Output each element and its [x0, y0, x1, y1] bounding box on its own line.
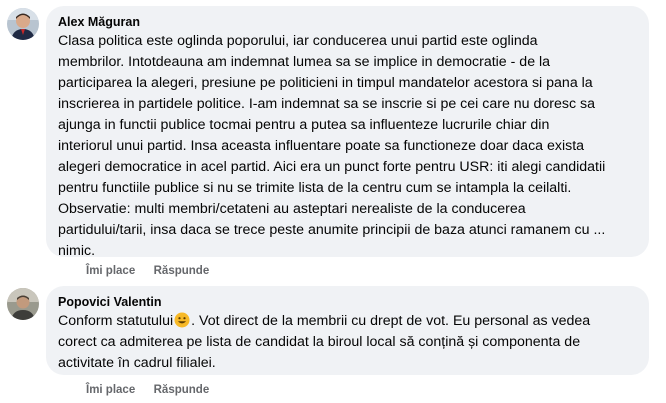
- comment-text-line: interiorul unui partid. Insa aceasta inf…: [58, 138, 585, 154]
- comment-actions: Îmi place Răspunde: [86, 383, 209, 397]
- user-photo-icon: [7, 8, 39, 40]
- comment-bubble: Popovici Valentin Conform statutului . Vo…: [46, 286, 649, 375]
- comment-text-line: membrilor. Intotdeauna am indemnat lumea…: [58, 54, 551, 70]
- like-button[interactable]: Îmi place: [86, 384, 135, 396]
- comment-text-line: inscrierea in partidele politice. I-am i…: [58, 96, 596, 112]
- comment-text-line: Clasa politica este oglinda poporului, i…: [58, 33, 538, 49]
- comment-text-line: activitate în cadrul filialei.: [58, 355, 216, 371]
- comment-text: Conform statutului . Vot direct de la mem…: [58, 311, 637, 374]
- smile-emoji-icon: [174, 312, 190, 328]
- comment-text-fragment: Conform statutului: [58, 313, 174, 329]
- comment-text-line: participarea la alegeri, presiune pe pol…: [58, 75, 593, 91]
- reply-button[interactable]: Răspunde: [154, 384, 210, 396]
- comment-text-line: ajunga in functii publice tocmai pentru …: [58, 117, 550, 133]
- like-button[interactable]: Îmi place: [86, 265, 135, 277]
- comment-text-line: pentru functiile publice si nu se trimit…: [58, 180, 572, 196]
- comment-text-line: alegeri democratice in acel partid. Aici…: [58, 159, 606, 175]
- avatar[interactable]: [7, 8, 39, 40]
- user-photo-icon: [7, 288, 39, 320]
- comment-text-line: corect ca admiterea pe lista de candidat…: [58, 334, 581, 350]
- comment-text-line: nimic.: [58, 243, 96, 259]
- comment-author[interactable]: Alex Măguran: [58, 14, 637, 30]
- comment-text-fragment: . Vot direct de la membrii cu drept de v…: [191, 313, 591, 329]
- reply-button[interactable]: Răspunde: [154, 265, 210, 277]
- comment-text: Clasa politica este oglinda poporului, i…: [58, 31, 637, 262]
- comment-bubble: Alex Măguran Clasa politica este oglinda…: [46, 6, 649, 259]
- comment-text-line: partidului/tarii, insa daca se trece pes…: [58, 222, 606, 238]
- avatar[interactable]: [7, 288, 39, 320]
- comment-text-line: Conform statutului . Vot direct de la mem…: [58, 311, 637, 332]
- comment-text-line: Observatie: multi membri/cetateni au ast…: [58, 201, 526, 217]
- comment-actions: Îmi place Răspunde: [86, 264, 209, 278]
- comment-author[interactable]: Popovici Valentin: [58, 294, 637, 310]
